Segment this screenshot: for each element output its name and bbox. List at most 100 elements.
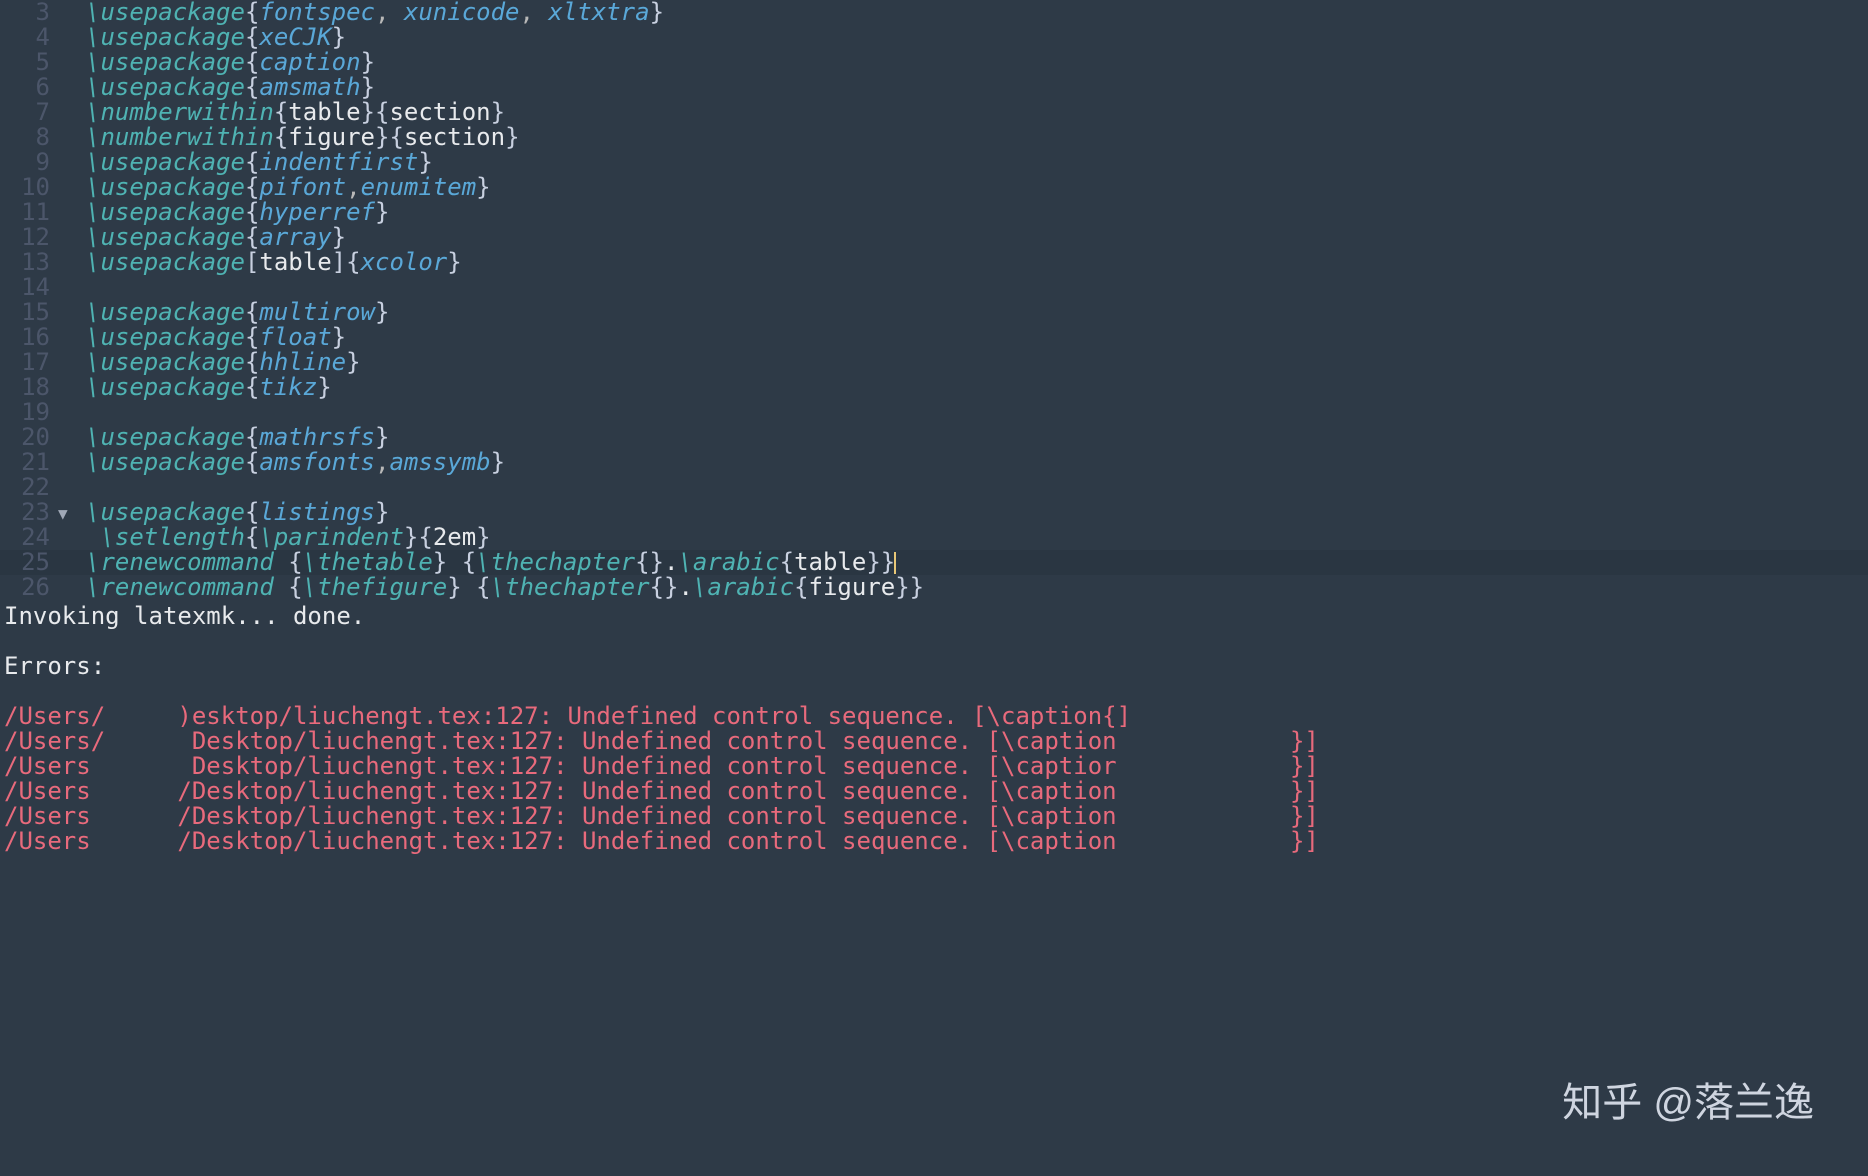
line-number: 19 bbox=[0, 400, 58, 425]
errors-label: Errors: bbox=[4, 654, 1864, 679]
line-number: 18 bbox=[0, 375, 58, 400]
code-content[interactable]: \usepackage{hhline} bbox=[82, 350, 361, 375]
line-number: 23 bbox=[0, 500, 58, 525]
fold-marker bbox=[58, 237, 82, 239]
code-line[interactable]: 10 \usepackage{pifont,enumitem} bbox=[0, 175, 1868, 200]
code-content[interactable]: \usepackage{indentfirst} bbox=[82, 150, 433, 175]
code-line[interactable]: 15 \usepackage{multirow} bbox=[0, 300, 1868, 325]
line-number: 21 bbox=[0, 450, 58, 475]
fold-marker[interactable]: ▼ bbox=[58, 499, 82, 526]
code-line[interactable]: 25 \renewcommand {\thetable} {\thechapter… bbox=[0, 550, 1868, 575]
line-number: 6 bbox=[0, 75, 58, 100]
code-content[interactable]: \usepackage{listings} bbox=[82, 500, 389, 525]
code-content[interactable]: \usepackage{pifont,enumitem} bbox=[82, 175, 491, 200]
code-line[interactable]: 14 bbox=[0, 275, 1868, 300]
code-line[interactable]: 8 \numberwithin{figure}{section} bbox=[0, 125, 1868, 150]
text-cursor bbox=[894, 552, 896, 574]
fold-marker bbox=[58, 212, 82, 214]
code-editor[interactable]: 3 \usepackage{fontspec, xunicode, xltxtra… bbox=[0, 0, 1868, 600]
line-number: 16 bbox=[0, 325, 58, 350]
line-number: 24 bbox=[0, 525, 58, 550]
code-line[interactable]: 21 \usepackage{amsfonts,amssymb} bbox=[0, 450, 1868, 475]
code-content[interactable]: \numberwithin{figure}{section} bbox=[82, 125, 520, 150]
code-content[interactable]: \usepackage{float} bbox=[82, 325, 346, 350]
code-content[interactable]: \usepackage[table]{xcolor} bbox=[82, 250, 462, 275]
fold-marker bbox=[58, 387, 82, 389]
fold-marker bbox=[58, 587, 82, 589]
code-line[interactable]: 26 \renewcommand {\thefigure} {\thechapte… bbox=[0, 575, 1868, 600]
code-content[interactable]: \usepackage{mathrsfs} bbox=[82, 425, 389, 450]
code-line[interactable]: 23▼\usepackage{listings} bbox=[0, 500, 1868, 525]
code-content[interactable]: \usepackage{caption} bbox=[82, 50, 375, 75]
code-line[interactable]: 9 \usepackage{indentfirst} bbox=[0, 150, 1868, 175]
fold-marker bbox=[58, 337, 82, 339]
line-number: 11 bbox=[0, 200, 58, 225]
code-line[interactable]: 12 \usepackage{array} bbox=[0, 225, 1868, 250]
code-content[interactable]: \numberwithin{table}{section} bbox=[82, 100, 505, 125]
fold-marker bbox=[58, 437, 82, 439]
terminal-error-line: /Users /Desktop/liuchengt.tex:127: Undef… bbox=[4, 804, 1864, 829]
code-line[interactable]: 5 \usepackage{caption} bbox=[0, 50, 1868, 75]
line-number: 12 bbox=[0, 225, 58, 250]
code-line[interactable]: 24 \setlength{\parindent}{2em} bbox=[0, 525, 1868, 550]
fold-marker bbox=[58, 362, 82, 364]
code-line[interactable]: 20 \usepackage{mathrsfs} bbox=[0, 425, 1868, 450]
line-number: 5 bbox=[0, 50, 58, 75]
error-list: /Users/ )esktop/liuchengt.tex:127: Undef… bbox=[4, 704, 1864, 854]
watermark-text: 知乎 @落兰逸 bbox=[1562, 1070, 1814, 1128]
code-content[interactable]: \setlength{\parindent}{2em} bbox=[82, 525, 491, 550]
code-content[interactable]: \usepackage{amsfonts,amssymb} bbox=[82, 450, 505, 475]
line-number: 10 bbox=[0, 175, 58, 200]
line-number: 7 bbox=[0, 100, 58, 125]
code-content[interactable]: \usepackage{hyperref} bbox=[82, 200, 389, 225]
fold-marker bbox=[58, 37, 82, 39]
line-number: 13 bbox=[0, 250, 58, 275]
terminal-error-line: /Users/ )esktop/liuchengt.tex:127: Undef… bbox=[4, 704, 1864, 729]
fold-marker bbox=[58, 412, 82, 414]
line-number: 8 bbox=[0, 125, 58, 150]
fold-marker bbox=[58, 262, 82, 264]
code-line[interactable]: 6 \usepackage{amsmath} bbox=[0, 75, 1868, 100]
code-line[interactable]: 4\usepackage{xeCJK} bbox=[0, 25, 1868, 50]
fold-marker bbox=[58, 487, 82, 489]
line-number: 17 bbox=[0, 350, 58, 375]
code-line[interactable]: 17 \usepackage{hhline} bbox=[0, 350, 1868, 375]
fold-marker bbox=[58, 537, 82, 539]
fold-marker bbox=[58, 187, 82, 189]
code-line[interactable]: 22 bbox=[0, 475, 1868, 500]
code-content[interactable]: \usepackage{array} bbox=[82, 225, 346, 250]
code-line[interactable]: 13 \usepackage[table]{xcolor} bbox=[0, 250, 1868, 275]
fold-marker bbox=[58, 312, 82, 314]
fold-marker bbox=[58, 287, 82, 289]
code-content[interactable]: \usepackage{tikz} bbox=[82, 375, 332, 400]
terminal-error-line: /Users /Desktop/liuchengt.tex:127: Undef… bbox=[4, 779, 1864, 804]
line-number: 14 bbox=[0, 275, 58, 300]
code-content[interactable]: \usepackage{multirow} bbox=[82, 300, 389, 325]
line-number: 20 bbox=[0, 425, 58, 450]
code-content[interactable]: \renewcommand {\thetable} {\thechapter{}… bbox=[82, 550, 896, 575]
fold-marker bbox=[58, 87, 82, 89]
code-line[interactable]: 19 bbox=[0, 400, 1868, 425]
fold-marker bbox=[58, 162, 82, 164]
fold-marker bbox=[58, 112, 82, 114]
line-number: 26 bbox=[0, 575, 58, 600]
code-content[interactable]: \usepackage{xeCJK} bbox=[82, 25, 346, 50]
terminal-error-line: /Users /Desktop/liuchengt.tex:127: Undef… bbox=[4, 829, 1864, 854]
terminal-error-line: /Users Desktop/liuchengt.tex:127: Undefi… bbox=[4, 754, 1864, 779]
line-number: 3 bbox=[0, 0, 58, 25]
terminal-status: Invoking latexmk... done. bbox=[4, 604, 1864, 629]
terminal-error-line: /Users/ Desktop/liuchengt.tex:127: Undef… bbox=[4, 729, 1864, 754]
line-number: 9 bbox=[0, 150, 58, 175]
code-line[interactable]: 18 \usepackage{tikz} bbox=[0, 375, 1868, 400]
code-line[interactable]: 3 \usepackage{fontspec, xunicode, xltxtra… bbox=[0, 0, 1868, 25]
code-content[interactable]: \usepackage{fontspec, xunicode, xltxtra} bbox=[82, 0, 664, 25]
code-line[interactable]: 11 \usepackage{hyperref} bbox=[0, 200, 1868, 225]
code-line[interactable]: 16 \usepackage{float} bbox=[0, 325, 1868, 350]
code-content[interactable]: \usepackage{amsmath} bbox=[82, 75, 375, 100]
line-number: 15 bbox=[0, 300, 58, 325]
code-content[interactable]: \renewcommand {\thefigure} {\thechapter{… bbox=[82, 575, 924, 600]
fold-marker bbox=[58, 137, 82, 139]
code-line[interactable]: 7 \numberwithin{table}{section} bbox=[0, 100, 1868, 125]
fold-marker bbox=[58, 462, 82, 464]
line-number: 25 bbox=[0, 550, 58, 575]
